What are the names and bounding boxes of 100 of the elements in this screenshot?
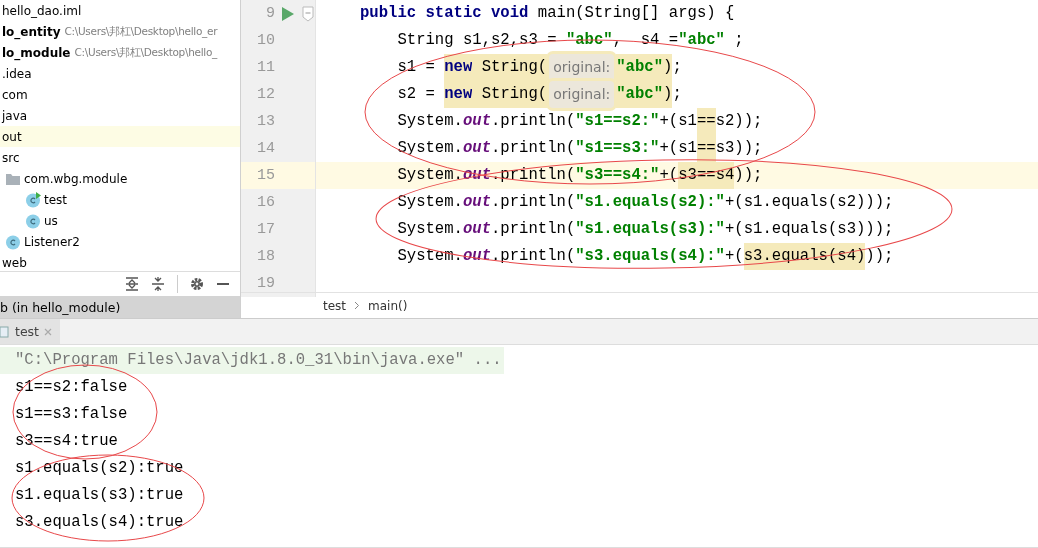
code-text: s1 =	[396, 57, 436, 78]
tree-item-label: web	[2, 255, 27, 270]
string-literal: "abc"	[616, 54, 664, 81]
code-text: +(s1	[659, 138, 697, 159]
string-literal: "s1==s2:"	[575, 111, 660, 132]
code-text: +(s1.equals(s3)));	[725, 219, 894, 240]
tree-item[interactable]: test	[0, 189, 240, 210]
run-tab[interactable]: test	[0, 319, 60, 344]
field-token: out	[462, 111, 491, 132]
tree-item-label: com	[2, 87, 28, 102]
breadcrumb[interactable]: main()	[368, 298, 408, 313]
code-text: ;	[733, 30, 744, 51]
breadcrumb[interactable]: test	[323, 298, 347, 313]
line-number: 18	[256, 248, 275, 265]
field-token: out	[462, 219, 491, 240]
tree-item-label: java	[2, 108, 28, 123]
line-number: 9	[265, 5, 275, 22]
collapse-all-icon[interactable]	[151, 277, 165, 292]
keyword-token: new	[444, 54, 473, 81]
class-icon	[25, 212, 41, 229]
code-text: +(	[659, 165, 679, 186]
code-text: )	[663, 81, 673, 108]
console-output: s3==s4:true	[14, 431, 118, 452]
code-text: .println(	[491, 111, 576, 132]
code-text: String(	[472, 54, 548, 81]
tree-item[interactable]: java	[0, 105, 240, 126]
code-text: .println(	[491, 165, 576, 186]
tree-item-label: src	[2, 150, 20, 165]
code-text: , s4 =	[612, 30, 679, 51]
code-text: ;	[672, 84, 682, 105]
line-number: 16	[256, 194, 275, 211]
code-text: System.	[396, 138, 463, 159]
tree-item[interactable]: .idea	[0, 63, 240, 84]
string-literal: "s1.equals(s2):"	[575, 192, 725, 213]
tree-item-label: lo_entity	[2, 24, 61, 39]
chevron-icon	[354, 301, 361, 310]
string-literal: "abc"	[565, 30, 613, 51]
string-literal: "s1.equals(s3):"	[575, 219, 725, 240]
settings-icon[interactable]	[190, 277, 204, 292]
line-number: 19	[256, 275, 275, 292]
tree-item[interactable]: src	[0, 147, 240, 168]
run-icon[interactable]	[282, 6, 294, 21]
line-number: 11	[256, 59, 275, 76]
tree-item[interactable]: com.wbg.module	[0, 168, 240, 189]
tree-item[interactable]: web	[0, 252, 240, 272]
line-number: 14	[256, 140, 275, 157]
console-command: "C:\Program Files\Java\jdk1.8.0_31\bin\java.exe" ...	[0, 347, 504, 374]
string-literal: "abc"	[616, 81, 664, 108]
code-text: System.	[396, 192, 463, 213]
tree-item-label: lo_module	[2, 45, 71, 60]
line-number: 10	[256, 32, 275, 49]
code-text: +(	[725, 246, 744, 267]
code-text: ;	[672, 57, 682, 78]
tree-item[interactable]: com	[0, 84, 240, 105]
code-text: ==	[696, 108, 716, 135]
line-number: 13	[256, 113, 275, 130]
tree-item[interactable]: Listener2	[0, 231, 240, 252]
code-text: s3));	[715, 138, 763, 159]
code-text: .println(	[491, 192, 576, 213]
code-text: s2));	[715, 111, 763, 132]
code-text: ));	[865, 246, 894, 267]
folder-icon	[5, 171, 21, 186]
string-literal: "abc"	[678, 30, 725, 51]
tree-item[interactable]: hello_dao.iml	[0, 0, 240, 21]
tree-item-label: out	[2, 129, 22, 144]
console-output: s1==s3:false	[14, 404, 128, 425]
tree-item[interactable]: lo_module C:\Users\邦杠\Desktop\hello_	[0, 42, 240, 63]
field-token: out	[462, 246, 491, 267]
field-token: out	[462, 138, 491, 159]
line-number: 12	[256, 86, 275, 103]
code-text: )	[663, 54, 673, 81]
code-text: System.	[396, 165, 463, 186]
class-icon	[5, 233, 21, 250]
code-text: .println(	[491, 138, 576, 159]
code-text: String s1,s2,s3 =	[396, 30, 558, 51]
string-literal: "s1==s3:"	[575, 138, 660, 159]
code-text: +(s1.equals(s2)));	[725, 192, 894, 213]
expand-all-icon[interactable]	[125, 277, 139, 292]
tree-item-label: .idea	[2, 66, 32, 81]
code-text: System.	[396, 246, 463, 267]
console-icon	[0, 324, 10, 339]
code-text: String(	[472, 81, 548, 108]
run-configuration-label: b (in hello_module)	[0, 296, 240, 318]
keyword-token: new	[444, 81, 473, 108]
code-text: s3==s4	[678, 162, 735, 189]
tree-item-label: Listener2	[24, 234, 80, 249]
string-literal: "s3.equals(s4):"	[575, 246, 725, 267]
console-output: s1.equals(s3):true	[14, 485, 184, 506]
code-text: System.	[396, 111, 463, 132]
console-output: s1==s2:false	[14, 377, 128, 398]
runnable-class-icon	[25, 191, 41, 208]
tree-item[interactable]: out	[0, 126, 240, 147]
field-token: out	[462, 192, 491, 213]
line-number: 15	[256, 167, 275, 184]
code-text: s2 =	[396, 84, 436, 105]
tree-item[interactable]: us	[0, 210, 240, 231]
tree-item[interactable]: lo_entity C:\Users\邦杠\Desktop\hello_er	[0, 21, 240, 42]
tree-item-label: us	[44, 213, 58, 228]
tree-item-label: hello_dao.iml	[2, 3, 82, 18]
code-text: ));	[734, 165, 763, 186]
